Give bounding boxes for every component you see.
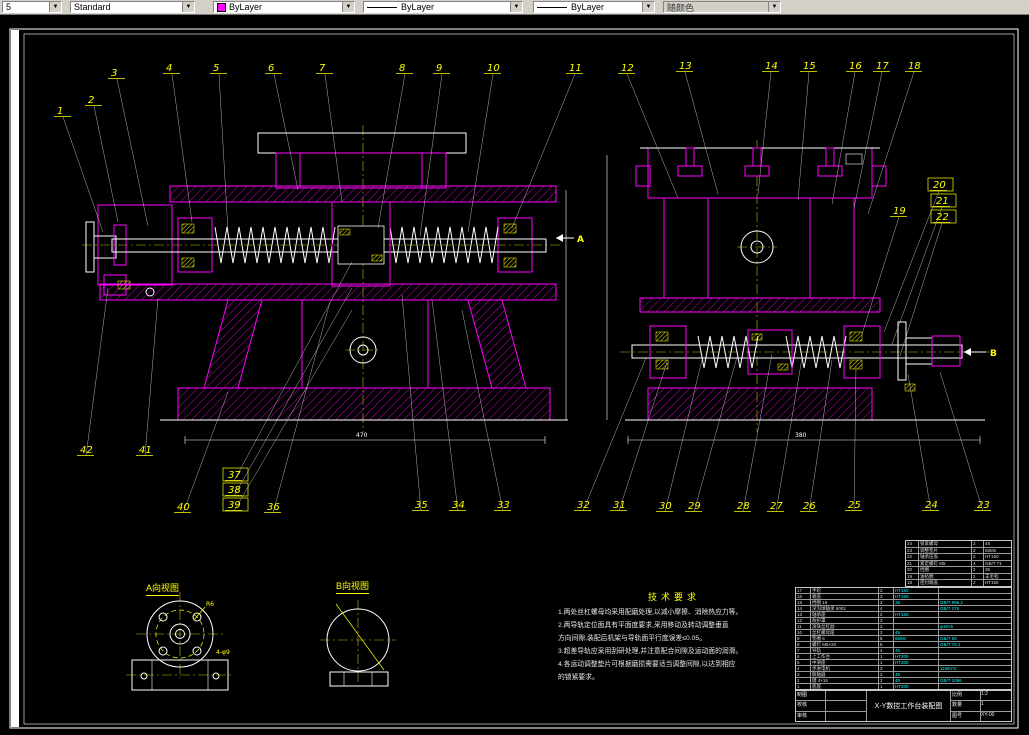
callout-16: 16 — [849, 61, 862, 72]
chevron-down-icon[interactable]: ▼ — [182, 2, 194, 12]
callout-21: 21 — [936, 196, 949, 207]
callout-37: 37 — [228, 470, 241, 481]
callout-26: 26 — [803, 501, 816, 512]
callout-40: 40 — [177, 502, 190, 513]
callout-4: 4 — [166, 63, 172, 74]
text-style-value: Standard — [74, 2, 111, 12]
front-view — [82, 125, 568, 432]
callout-11: 11 — [569, 63, 582, 74]
sig-label: 审核 — [796, 711, 826, 721]
callout-29: 29 — [688, 501, 701, 512]
tech-requirements-lines: 1.两处丝杠螺母均采用配磨处理,以减小摩擦、消除热应力等。 2.两导轨定位面具有平… — [558, 609, 743, 681]
callout-28: 28 — [737, 501, 750, 512]
callout-38: 38 — [228, 485, 241, 496]
dim-right-bottom: 380 — [795, 432, 807, 439]
chevron-down-icon[interactable]: ▼ — [642, 2, 654, 12]
chevron-down-icon[interactable]: ▼ — [510, 2, 522, 12]
plot-style-value: 随颜色 — [667, 2, 695, 13]
color-dropdown[interactable]: ByLayer ▼ — [213, 1, 355, 13]
plot-style-dropdown: 随颜色 ▼ — [663, 1, 781, 13]
callout-17: 17 — [876, 61, 889, 72]
chevron-down-icon: ▼ — [768, 2, 780, 12]
info-value: XY-00 — [981, 711, 995, 718]
callout-31: 31 — [613, 500, 626, 511]
callout-42: 42 — [80, 445, 93, 456]
callout-5: 5 — [213, 63, 219, 74]
title-block: 制图 校核 审核 X-Y数控工作台装配图 比例 1:2 数量 1 图号 XY-0… — [795, 690, 1012, 722]
lineweight-glyph — [537, 6, 567, 8]
parts-table-upper: 24 锁紧螺母 2 45 23 调整垫片 2 65Mn 22 轴承压盖 2 HT150 21 紧定螺钉 M… — [905, 540, 1012, 587]
callout-23: 23 — [977, 500, 990, 511]
callout-41: 41 — [139, 445, 152, 456]
callout-39: 39 — [228, 500, 241, 511]
callout-33: 33 — [497, 500, 510, 511]
callout-12: 12 — [621, 63, 634, 74]
info-value: 1:2 — [981, 691, 988, 697]
linetype-value: ByLayer — [401, 2, 435, 12]
lineweight-dropdown[interactable]: ByLayer ▼ — [533, 1, 655, 13]
callout-8: 8 — [399, 63, 405, 74]
dim-style-value: 5 — [6, 2, 12, 12]
top-toolbar: 5 ▼ Standard ▼ ByLayer ▼ ByLayer ▼ ByLay… — [0, 0, 1029, 15]
lineweight-value: ByLayer — [571, 2, 605, 12]
bom-table: 17 手轮 2 HT150 16 端盖 2 HT150 15 挡圈 16 2 35 GB/T 895.2… — [795, 587, 1012, 690]
callout-25: 25 — [848, 500, 861, 511]
dim-left-bottom: 470 — [356, 432, 368, 439]
callout-14: 14 — [765, 61, 778, 72]
tech-requirements-title: 技术要求 — [647, 592, 700, 602]
drawing-title: X-Y数控工作台装配图 — [867, 691, 951, 721]
callout-18: 18 — [908, 61, 921, 72]
dim-style-dropdown[interactable]: 5 ▼ — [2, 1, 62, 13]
callout-19: 19 — [893, 206, 906, 217]
sig-label: 校核 — [796, 701, 826, 711]
linetype-glyph — [367, 6, 397, 8]
sig-value — [826, 691, 866, 700]
sig-value — [826, 701, 866, 710]
callout-24: 24 — [925, 500, 938, 511]
callout-10: 10 — [487, 63, 500, 74]
callout-30: 30 — [659, 501, 672, 512]
info-value: 1 — [981, 701, 984, 708]
title-block-signatures: 制图 校核 审核 — [796, 691, 867, 721]
info-label: 比例 — [951, 691, 981, 701]
detail-view-b — [320, 600, 396, 687]
color-value: ByLayer — [229, 2, 263, 12]
section-marker-a: A — [577, 235, 584, 245]
callout-27: 27 — [770, 501, 783, 512]
callout-3: 3 — [111, 68, 117, 79]
callout-36: 36 — [267, 502, 280, 513]
detail-a-label: A向视图 — [146, 581, 180, 596]
detail-a-note-r: R6 — [206, 601, 214, 608]
linetype-dropdown[interactable]: ByLayer ▼ — [363, 1, 523, 13]
detail-b-label: B向视图 — [336, 579, 370, 594]
chevron-down-icon[interactable]: ▼ — [342, 2, 354, 12]
callout-9: 9 — [436, 63, 442, 74]
callout-2: 2 — [88, 95, 94, 106]
callout-35: 35 — [415, 500, 428, 511]
callout-7: 7 — [319, 63, 326, 74]
detail-view-a: R6 4-φ9 — [126, 592, 234, 691]
callout-20: 20 — [933, 180, 946, 191]
callout-32: 32 — [577, 500, 590, 511]
callout-1: 1 — [57, 106, 63, 117]
callout-34: 34 — [452, 500, 465, 511]
info-label: 图号 — [951, 711, 981, 721]
tech-requirements: 技术要求 1.两处丝杠螺母均采用配磨处理,以减小摩擦、消除热应力等。 2.两导轨定… — [558, 591, 790, 684]
detail-a-note-holes: 4-φ9 — [216, 649, 230, 656]
sig-value — [826, 712, 866, 721]
callout-6: 6 — [268, 63, 274, 74]
color-swatch — [217, 2, 226, 12]
section-marker-b: B — [990, 349, 997, 359]
callout-22: 22 — [936, 212, 949, 223]
callout-15: 15 — [803, 61, 816, 72]
title-block-info: 比例 1:2 数量 1 图号 XY-00 — [951, 691, 1011, 721]
sig-label: 制图 — [796, 691, 826, 701]
callout-13: 13 — [679, 61, 692, 72]
chevron-down-icon[interactable]: ▼ — [49, 2, 61, 12]
text-style-dropdown[interactable]: Standard ▼ — [70, 1, 195, 13]
info-label: 数量 — [951, 701, 981, 711]
